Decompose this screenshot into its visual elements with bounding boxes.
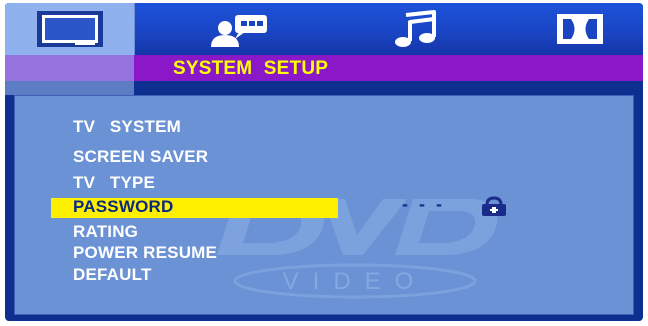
menu-item-power-resume[interactable]: POWER RESUME: [73, 243, 217, 263]
tab-system[interactable]: [5, 3, 135, 55]
lock-icon: [482, 196, 506, 216]
menu-item-tv-type[interactable]: TV TYPE: [73, 173, 155, 193]
page-title: SYSTEM SETUP: [173, 58, 329, 79]
tab-audio[interactable]: [370, 3, 460, 55]
setup-screen: SYSTEM SETUP VIDEO TV SYSTEM SCREEN SAVE…: [5, 3, 643, 321]
tab-language[interactable]: [195, 3, 285, 55]
dolby-icon: [557, 14, 603, 44]
tab-speaker[interactable]: [535, 3, 625, 55]
menu-item-tv-system[interactable]: TV SYSTEM: [73, 117, 181, 137]
menu-item-default[interactable]: DEFAULT: [73, 265, 152, 285]
password-value[interactable]: - - -: [402, 194, 445, 215]
user-chat-icon: [211, 15, 267, 47]
menu-item-password[interactable]: PASSWORD: [73, 197, 173, 217]
menu-item-rating[interactable]: RATING: [73, 222, 138, 242]
music-note-icon: [395, 10, 436, 47]
menu-item-screen-saver[interactable]: SCREEN SAVER: [73, 147, 208, 167]
category-tab-bar: [5, 3, 643, 55]
active-tab-indicator: [5, 55, 134, 95]
tv-screen-icon: [36, 11, 103, 47]
